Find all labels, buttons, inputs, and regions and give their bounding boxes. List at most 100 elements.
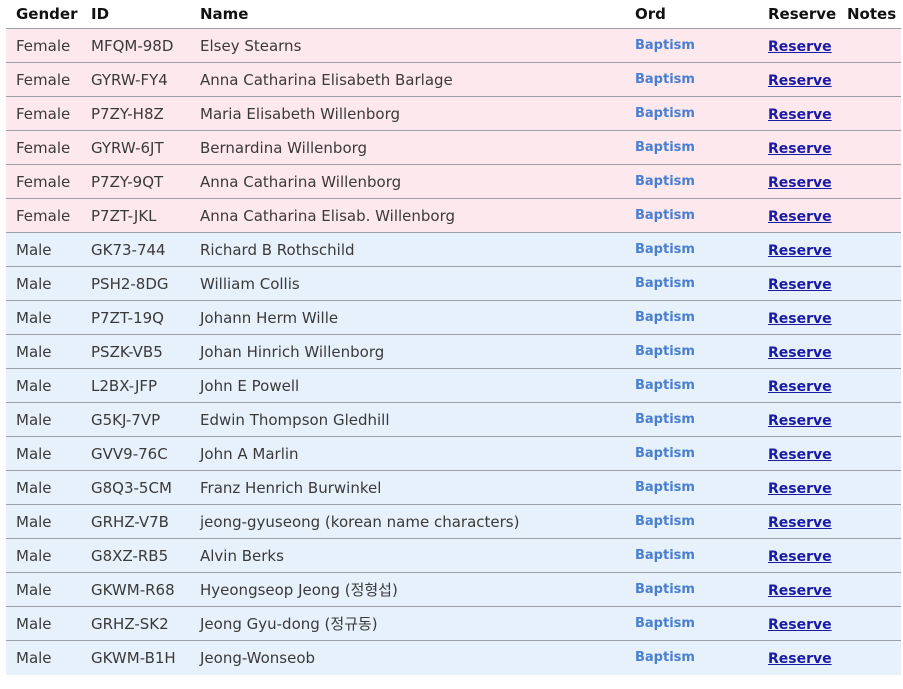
header-gender[interactable]: Gender (6, 0, 81, 29)
table-row: Male L2BX-JFP John E Powell Baptism Reserve (6, 368, 901, 403)
reserve-cell: Reserve (758, 538, 837, 573)
ordinance-type-cell: Baptism (625, 130, 758, 165)
person-name-cell: Anna Catharina Elisabeth Barlage (190, 62, 625, 97)
ordinance-type-cell: Baptism (625, 402, 758, 437)
person-name-cell: Bernardina Willenborg (190, 130, 625, 165)
reserve-link[interactable]: Reserve (768, 175, 832, 191)
reserve-cell: Reserve (758, 164, 837, 199)
reserve-cell: Reserve (758, 572, 837, 607)
ordinance-type-cell: Baptism (625, 164, 758, 199)
table-row: Male GK73-744 Richard B Rothschild Baptism R… (6, 232, 901, 267)
reserve-link[interactable]: Reserve (768, 379, 832, 395)
person-id-cell: GKWM-R68 (81, 572, 190, 607)
table-header: Gender ID Name Ord Reserve Notes (6, 0, 901, 29)
notes-cell (837, 96, 901, 131)
reserve-link[interactable]: Reserve (768, 39, 832, 55)
reserve-cell: Reserve (758, 402, 837, 437)
ordinance-type-cell: Baptism (625, 538, 758, 573)
header-name[interactable]: Name (190, 0, 625, 29)
person-name-cell: jeong-gyuseong (korean name characters) (190, 504, 625, 539)
reserve-link[interactable]: Reserve (768, 549, 832, 565)
gender-cell: Female (6, 198, 81, 233)
gender-cell: Female (6, 130, 81, 165)
person-name-cell: Alvin Berks (190, 538, 625, 573)
header-notes[interactable]: Notes (837, 0, 901, 29)
person-name-cell: Edwin Thompson Gledhill (190, 402, 625, 437)
notes-cell (837, 572, 901, 607)
notes-cell (837, 28, 901, 63)
ordinance-table: Gender ID Name Ord Reserve Notes Female M… (6, 0, 901, 675)
gender-cell: Male (6, 538, 81, 573)
reserve-link[interactable]: Reserve (768, 481, 832, 497)
notes-cell (837, 640, 901, 675)
person-id-cell: P7ZT-JKL (81, 198, 190, 233)
person-id-cell: P7ZY-H8Z (81, 96, 190, 131)
reserve-link[interactable]: Reserve (768, 107, 832, 123)
reserve-link[interactable]: Reserve (768, 243, 832, 259)
person-name-cell: Johan Hinrich Willenborg (190, 334, 625, 369)
reserve-link[interactable]: Reserve (768, 651, 832, 667)
person-name-cell: Anna Catharina Elisab. Willenborg (190, 198, 625, 233)
reserve-link[interactable]: Reserve (768, 447, 832, 463)
table-row: Male GRHZ-SK2 Jeong Gyu-dong (정규동) Baptism R… (6, 606, 901, 641)
person-id-cell: PSZK-VB5 (81, 334, 190, 369)
notes-cell (837, 164, 901, 199)
reserve-link[interactable]: Reserve (768, 617, 832, 633)
gender-cell: Male (6, 300, 81, 335)
reserve-cell: Reserve (758, 28, 837, 63)
reserve-link[interactable]: Reserve (768, 515, 832, 531)
ordinance-type-cell: Baptism (625, 572, 758, 607)
ordinance-type-cell: Baptism (625, 334, 758, 369)
reserve-cell: Reserve (758, 62, 837, 97)
notes-cell (837, 232, 901, 267)
notes-cell (837, 130, 901, 165)
gender-cell: Male (6, 606, 81, 641)
ordinance-type-cell: Baptism (625, 368, 758, 403)
person-id-cell: L2BX-JFP (81, 368, 190, 403)
person-name-cell: Elsey Stearns (190, 28, 625, 63)
reserve-cell: Reserve (758, 266, 837, 301)
reserve-link[interactable]: Reserve (768, 141, 832, 157)
reserve-link[interactable]: Reserve (768, 583, 832, 599)
reserve-link[interactable]: Reserve (768, 345, 832, 361)
person-id-cell: PSH2-8DG (81, 266, 190, 301)
notes-cell (837, 436, 901, 471)
person-id-cell: GKWM-B1H (81, 640, 190, 675)
gender-cell: Male (6, 470, 81, 505)
header-reserve[interactable]: Reserve (758, 0, 837, 29)
reserve-cell: Reserve (758, 232, 837, 267)
table-row: Male GVV9-76C John A Marlin Baptism Reserve (6, 436, 901, 471)
person-id-cell: G8Q3-5CM (81, 470, 190, 505)
person-name-cell: Maria Elisabeth Willenborg (190, 96, 625, 131)
table-row: Female GYRW-FY4 Anna Catharina Elisabeth B… (6, 62, 901, 97)
gender-cell: Male (6, 572, 81, 607)
reserve-link[interactable]: Reserve (768, 277, 832, 293)
person-name-cell: John A Marlin (190, 436, 625, 471)
person-id-cell: GK73-744 (81, 232, 190, 267)
table-row: Male G5KJ-7VP Edwin Thompson Gledhill Bapti… (6, 402, 901, 437)
notes-cell (837, 198, 901, 233)
table-row: Male G8XZ-RB5 Alvin Berks Baptism Reserve (6, 538, 901, 573)
gender-cell: Male (6, 368, 81, 403)
reserve-cell: Reserve (758, 606, 837, 641)
header-id[interactable]: ID (81, 0, 190, 29)
reserve-link[interactable]: Reserve (768, 73, 832, 89)
person-name-cell: Anna Catharina Willenborg (190, 164, 625, 199)
person-id-cell: MFQM-98D (81, 28, 190, 63)
reserve-cell: Reserve (758, 96, 837, 131)
table-body: Female MFQM-98D Elsey Stearns Baptism Reserv… (6, 28, 901, 675)
reserve-cell: Reserve (758, 300, 837, 335)
header-ord[interactable]: Ord (625, 0, 758, 29)
notes-cell (837, 266, 901, 301)
reserve-link[interactable]: Reserve (768, 413, 832, 429)
table-row: Male GKWM-B1H Jeong-Wonseob Baptism Reserve (6, 640, 901, 675)
ordinance-type-cell: Baptism (625, 198, 758, 233)
ordinance-type-cell: Baptism (625, 504, 758, 539)
reserve-cell: Reserve (758, 470, 837, 505)
ordinance-type-cell: Baptism (625, 62, 758, 97)
ordinance-type-cell: Baptism (625, 232, 758, 267)
reserve-link[interactable]: Reserve (768, 209, 832, 225)
table-row: Male P7ZT-19Q Johann Herm Wille Baptism Rese… (6, 300, 901, 335)
reserve-link[interactable]: Reserve (768, 311, 832, 327)
reserve-cell: Reserve (758, 504, 837, 539)
